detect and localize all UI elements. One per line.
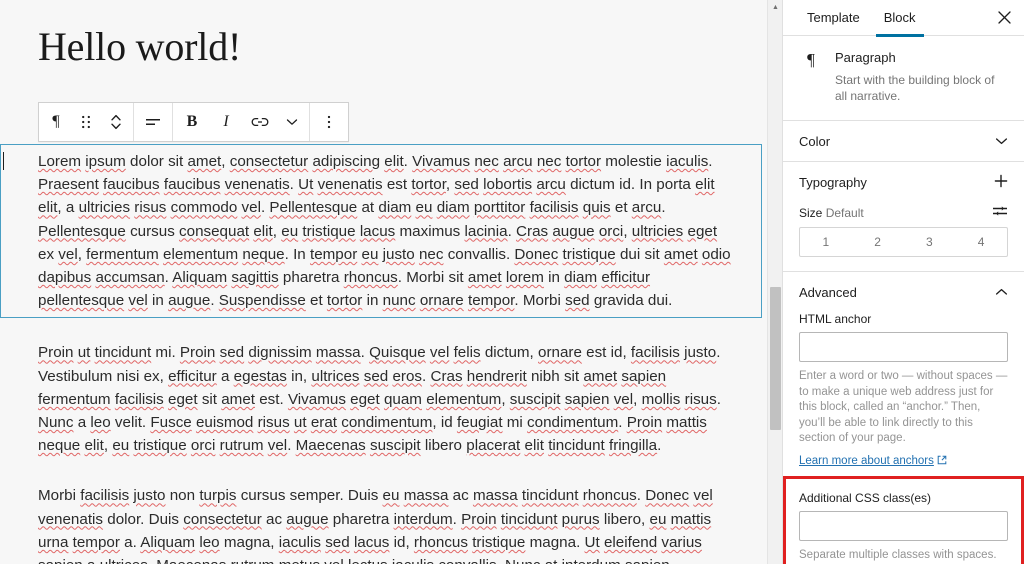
block-card: ¶ Paragraph Start with the building bloc… [783,36,1024,121]
wordpress-block-editor: Hello world! ¶ B I Lorem ipsum dolor sit… [0,0,1024,564]
css-classes-input[interactable] [799,510,1008,541]
drag-handle-icon[interactable] [71,103,101,141]
font-size-value: Default [825,205,864,220]
additional-css-classes-panel: Additional CSS class(es) Separate multip… [783,475,1024,564]
block-toolbar-group-format: B I [173,103,310,141]
section-advanced: Advanced HTML anchor Enter a word or two… [783,272,1024,564]
block-toolbar: ¶ B I [38,102,349,142]
scroll-down-arrow[interactable] [768,549,782,564]
link-icon[interactable] [243,103,277,141]
section-color-title: Color [799,133,831,149]
editor-canvas: Hello world! ¶ B I Lorem ipsum dolor sit… [0,0,782,564]
chevron-up-icon[interactable] [995,288,1008,296]
font-size-row: Size Default [799,202,1008,227]
paragraph-block-selected[interactable]: Lorem ipsum dolor sit amet, consectetur … [0,144,762,319]
block-list: Lorem ipsum dolor sit amet, consectetur … [0,144,782,564]
html-anchor-label: HTML anchor [799,312,872,326]
block-toolbar-group-block: ¶ [39,103,134,141]
paragraph-icon: ¶ [807,50,815,69]
chevron-down-icon[interactable] [995,137,1008,145]
block-toolbar-group-options [310,103,348,141]
sliders-icon[interactable] [992,204,1008,221]
paragraph-block[interactable]: Morbi facilisis justo non turpis cursus … [0,480,762,564]
section-color: Color [783,121,1024,162]
block-card-text: Paragraph Start with the building block … [835,50,1003,104]
html-anchor-help: Enter a word or two — without spaces — t… [799,370,1008,444]
align-text-icon[interactable] [136,103,170,141]
scroll-up-arrow[interactable]: ▲ [768,0,782,15]
font-size-step-4[interactable]: 4 [955,228,1007,256]
section-typography-title: Typography [799,174,867,190]
more-options-vertical-icon[interactable] [312,103,346,141]
chevron-down-icon[interactable] [277,103,307,141]
learn-more-about-anchors-link[interactable]: Learn more about anchors [799,455,947,468]
paragraph-icon[interactable]: ¶ [41,103,71,141]
move-up-down-icon[interactable] [101,103,131,141]
italic-button[interactable]: I [209,103,243,141]
section-color-header[interactable]: Color [799,121,1008,161]
advanced-body: HTML anchor Enter a word or two — withou… [783,312,1024,564]
scrollbar-thumb[interactable] [770,287,781,430]
section-typography-header[interactable]: Typography [799,162,1008,202]
css-classes-label: Additional CSS class(es) [799,490,932,505]
page-title[interactable]: Hello world! [0,0,782,70]
paragraph-block[interactable]: Proin ut tincidunt mi. Proin sed digniss… [0,337,762,461]
settings-sidebar: Template Block ¶ Paragraph Start with th… [782,0,1024,564]
tab-template[interactable]: Template [795,0,872,36]
css-classes-help: Separate multiple classes with spaces. [799,548,997,561]
section-advanced-header[interactable]: Advanced [799,272,1008,312]
sidebar-tabs: Template Block [783,0,1024,37]
section-advanced-title: Advanced [799,284,857,300]
bold-button[interactable]: B [175,103,209,141]
font-size-steps[interactable]: 1 2 3 4 [799,227,1008,257]
plus-icon[interactable] [994,174,1008,191]
block-toolbar-group-align [134,103,173,141]
html-anchor-input[interactable] [799,332,1008,362]
external-link-icon [937,455,947,468]
font-size-step-3[interactable]: 3 [904,228,956,256]
editor-scrollbar[interactable]: ▲ [767,0,782,564]
block-card-title: Paragraph [835,50,896,65]
tab-block[interactable]: Block [872,0,928,37]
font-size-label: Size Default [799,206,864,220]
font-size-label-text: Size [799,205,823,220]
learn-more-label: Learn more about anchors [799,455,934,467]
font-size-step-1[interactable]: 1 [800,228,852,256]
section-typography: Typography Size Default 1 2 3 4 [783,162,1024,272]
font-size-step-2[interactable]: 2 [852,228,904,256]
close-icon[interactable] [988,2,1020,34]
block-card-description: Start with the building block of all nar… [835,73,995,103]
